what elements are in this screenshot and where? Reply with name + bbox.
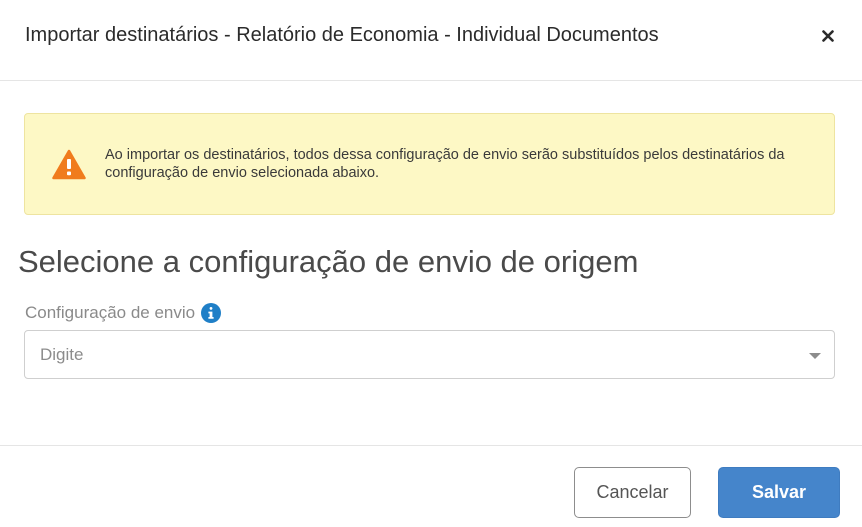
select-placeholder: Digite [40, 345, 84, 364]
warning-alert: Ao importar os destinatários, todos dess… [24, 113, 835, 215]
field-label: Configuração de envio [25, 302, 222, 324]
caret-down-icon [809, 353, 821, 359]
save-button[interactable]: Salvar [718, 467, 840, 518]
field-label-text: Configuração de envio [25, 303, 196, 322]
modal-header: Importar destinatários - Relatório de Ec… [0, 0, 862, 81]
info-icon[interactable] [201, 303, 222, 323]
modal-title: Importar destinatários - Relatório de Ec… [25, 24, 659, 46]
warning-triangle-icon [52, 149, 86, 180]
modal-footer: Cancelar Salvar [0, 445, 862, 527]
close-icon [822, 30, 834, 42]
section-title: Selecione a configuração de envio de ori… [18, 244, 639, 279]
send-configuration-select[interactable]: Digite [24, 330, 835, 379]
import-recipients-modal: Importar destinatários - Relatório de Ec… [0, 0, 862, 527]
cancel-button[interactable]: Cancelar [574, 467, 691, 518]
close-button[interactable] [816, 24, 840, 48]
warning-message: Ao importar os destinatários, todos dess… [105, 147, 785, 181]
